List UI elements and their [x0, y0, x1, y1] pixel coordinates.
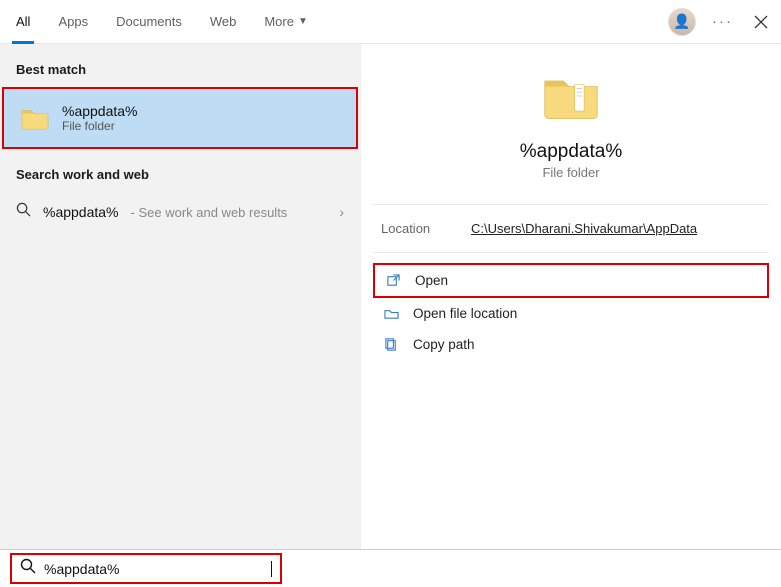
- tab-apps[interactable]: Apps: [54, 0, 92, 43]
- web-query-label: %appdata%: [43, 204, 119, 220]
- search-input[interactable]: [44, 561, 264, 577]
- section-search-web: Search work and web: [0, 163, 360, 192]
- location-label: Location: [381, 221, 471, 236]
- result-title: %appdata%: [62, 103, 138, 119]
- section-best-match: Best match: [0, 58, 360, 87]
- close-button[interactable]: [749, 10, 773, 34]
- search-icon: [16, 202, 31, 222]
- preview-title: %appdata%: [520, 141, 622, 163]
- preview-subtitle: File folder: [542, 165, 599, 180]
- web-query-desc: - See work and web results: [131, 205, 288, 220]
- result-text-group: %appdata% File folder: [62, 103, 138, 133]
- preview-panel: %appdata% File folder Location C:\Users\…: [360, 44, 781, 549]
- search-input-wrap[interactable]: [10, 553, 282, 584]
- tab-more-label: More: [264, 14, 294, 29]
- action-copy-path[interactable]: Copy path: [373, 329, 769, 360]
- result-subtitle: File folder: [62, 119, 138, 133]
- web-search-row[interactable]: %appdata% - See work and web results ›: [0, 192, 360, 232]
- search-icon: [20, 558, 36, 579]
- folder-icon: [20, 105, 50, 131]
- avatar[interactable]: 👤: [668, 8, 696, 36]
- folder-open-icon: [383, 306, 399, 321]
- tabs-row: All Apps Documents Web More ▼: [12, 0, 668, 43]
- action-open-location-label: Open file location: [413, 306, 517, 321]
- best-match-result[interactable]: %appdata% File folder: [2, 87, 358, 149]
- actions-list: Open Open file location Copy path: [373, 263, 769, 360]
- main-area: Best match %appdata% File folder Search …: [0, 44, 781, 549]
- action-open[interactable]: Open: [373, 263, 769, 298]
- folder-icon: [541, 68, 601, 129]
- results-panel: Best match %appdata% File folder Search …: [0, 44, 360, 549]
- copy-icon: [383, 337, 399, 352]
- tab-all[interactable]: All: [12, 0, 34, 43]
- location-path[interactable]: C:\Users\Dharani.Shivakumar\AppData: [471, 221, 697, 236]
- tab-documents[interactable]: Documents: [112, 0, 186, 43]
- preview-header: %appdata% File folder: [373, 58, 769, 205]
- action-open-label: Open: [415, 273, 448, 288]
- location-row: Location C:\Users\Dharani.Shivakumar\App…: [373, 205, 769, 253]
- top-bar: All Apps Documents Web More ▼ 👤 ···: [0, 0, 781, 44]
- top-right-controls: 👤 ···: [668, 8, 773, 36]
- tab-web[interactable]: Web: [206, 0, 241, 43]
- action-copy-path-label: Copy path: [413, 337, 475, 352]
- chevron-right-icon: ›: [339, 204, 344, 220]
- action-open-location[interactable]: Open file location: [373, 298, 769, 329]
- open-icon: [385, 273, 401, 288]
- more-options-button[interactable]: ···: [712, 13, 733, 30]
- close-icon: [754, 15, 768, 29]
- tab-more[interactable]: More ▼: [260, 0, 312, 43]
- text-cursor-icon: [271, 561, 272, 577]
- chevron-down-icon: ▼: [298, 16, 308, 27]
- search-bar: [0, 549, 781, 587]
